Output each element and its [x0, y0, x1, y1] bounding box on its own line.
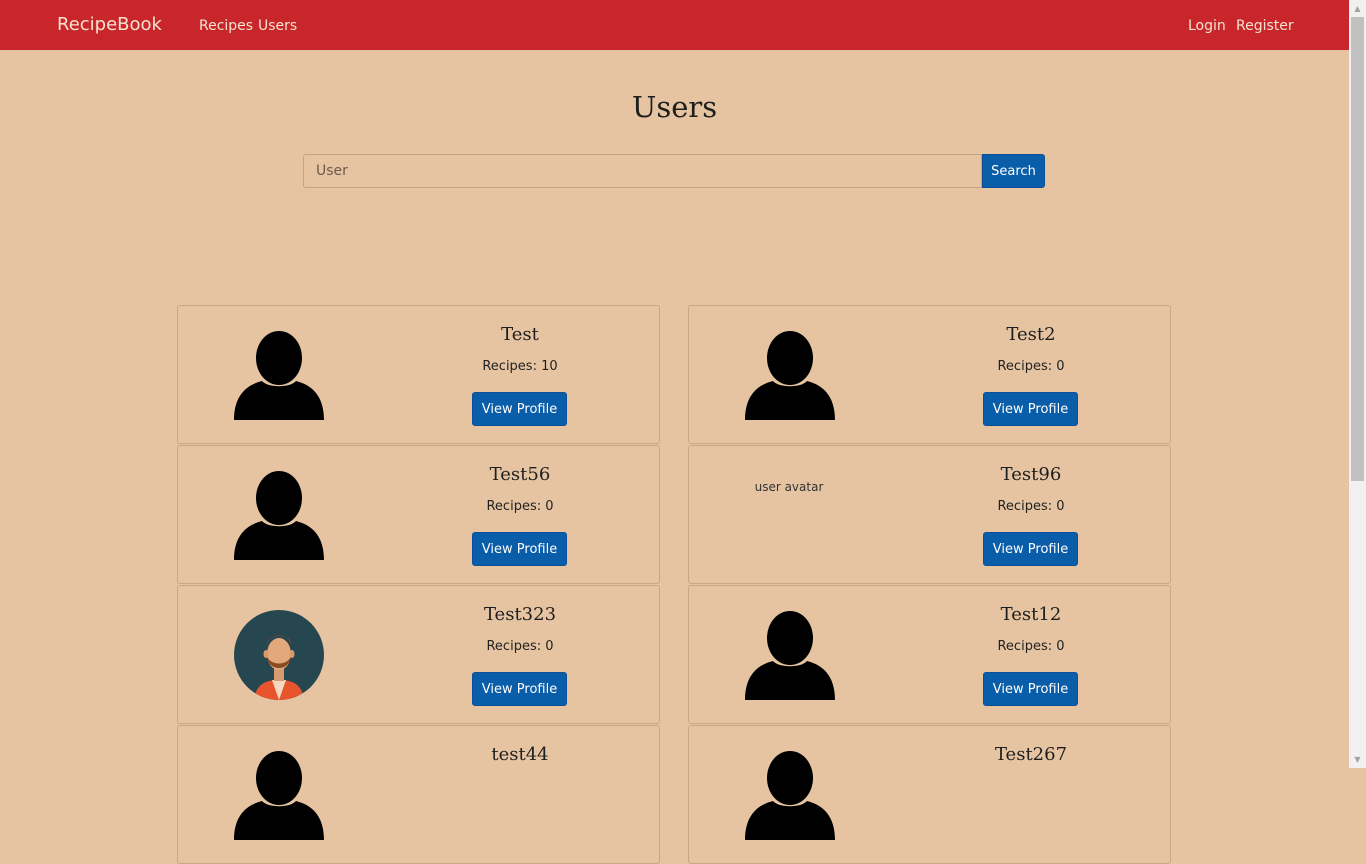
user-card: user avatar Test96 Recipes: 0 View Profi…	[688, 445, 1171, 584]
user-silhouette-icon	[745, 330, 835, 420]
user-name: Test	[501, 324, 539, 345]
page-title: Users	[631, 90, 718, 124]
scrollbar-thumb[interactable]	[1351, 17, 1364, 481]
bearded-man-avatar-icon	[234, 610, 324, 700]
brand-link[interactable]: RecipeBook	[57, 14, 162, 35]
page-scrollbar[interactable]: ▲ ▼	[1349, 0, 1366, 768]
view-profile-button[interactable]: View Profile	[983, 392, 1078, 426]
user-name: Test96	[1000, 464, 1062, 485]
user-silhouette-icon	[745, 750, 835, 840]
user-search-input[interactable]	[303, 154, 982, 188]
user-silhouette-icon	[234, 750, 324, 840]
view-profile-button[interactable]: View Profile	[472, 672, 567, 706]
nav-link-users[interactable]: Users	[258, 18, 297, 34]
search-button[interactable]: Search	[982, 154, 1045, 188]
user-name: Test323	[483, 604, 557, 625]
user-name: Test56	[489, 464, 551, 485]
user-recipe-count: Recipes: 10	[482, 359, 558, 374]
register-link[interactable]: Register	[1236, 18, 1294, 34]
view-profile-button[interactable]: View Profile	[472, 392, 567, 426]
user-card: Test12 Recipes: 0 View Profile	[688, 585, 1171, 724]
user-card: Test Recipes: 10 View Profile	[177, 305, 660, 444]
scroll-down-arrow-icon[interactable]: ▼	[1349, 751, 1366, 768]
user-card: Test323 Recipes: 0 View Profile	[177, 585, 660, 724]
user-recipe-count: Recipes: 0	[486, 639, 554, 654]
user-name: test44	[491, 744, 549, 765]
user-name: Test12	[1000, 604, 1062, 625]
user-name: Test267	[994, 744, 1068, 765]
view-profile-button[interactable]: View Profile	[472, 532, 567, 566]
user-recipe-count: Recipes: 0	[997, 499, 1065, 514]
user-card: test44	[177, 725, 660, 864]
nav-link-recipes[interactable]: Recipes	[199, 18, 253, 34]
view-profile-button[interactable]: View Profile	[983, 672, 1078, 706]
user-recipe-count: Recipes: 0	[997, 639, 1065, 654]
user-silhouette-icon	[234, 330, 324, 420]
login-link[interactable]: Login	[1188, 18, 1226, 34]
user-card: Test2 Recipes: 0 View Profile	[688, 305, 1171, 444]
user-recipe-count: Recipes: 0	[486, 499, 554, 514]
view-profile-button[interactable]: View Profile	[983, 532, 1078, 566]
avatar-alt-text: user avatar	[754, 480, 824, 494]
user-recipe-count: Recipes: 0	[997, 359, 1065, 374]
navbar: RecipeBook Recipes Users Login Register	[0, 0, 1349, 50]
user-card: Test56 Recipes: 0 View Profile	[177, 445, 660, 584]
scroll-up-arrow-icon[interactable]: ▲	[1349, 0, 1366, 17]
user-name: Test2	[1006, 324, 1056, 345]
user-card: Test267	[688, 725, 1171, 864]
user-silhouette-icon	[745, 610, 835, 700]
user-silhouette-icon	[234, 470, 324, 560]
